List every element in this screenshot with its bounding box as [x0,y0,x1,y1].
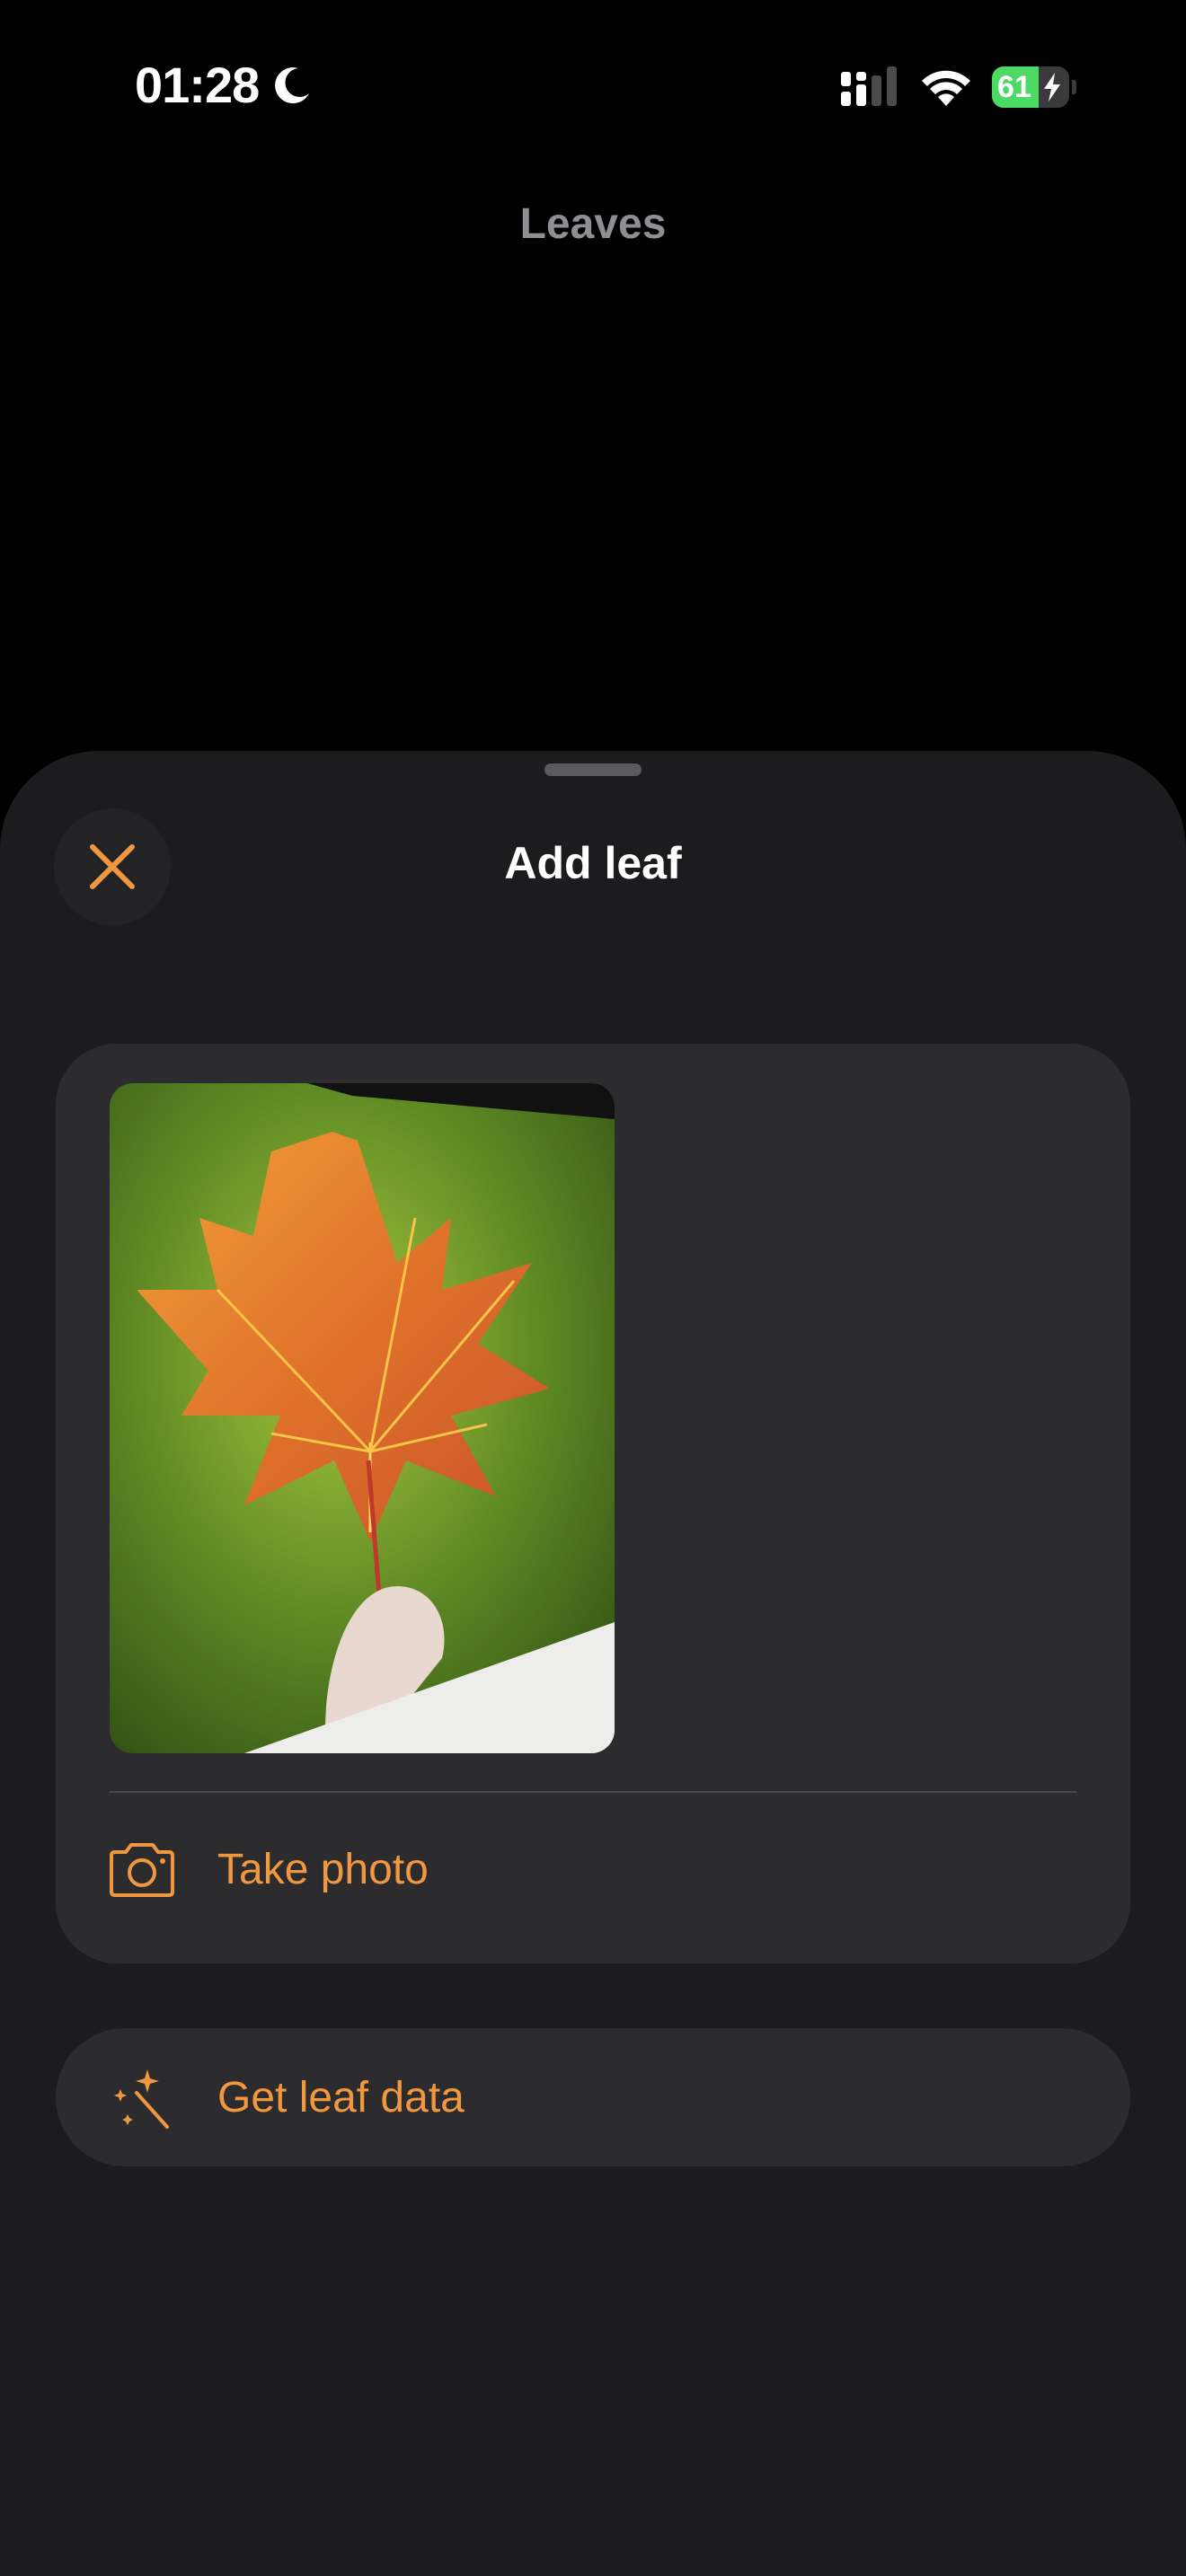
photo-card: Take photo [56,1044,1130,1963]
status-bar: 01:28 61 [0,0,1186,171]
get-leaf-data-label: Get leaf data [217,2074,465,2122]
get-leaf-data-button[interactable]: Get leaf data [56,2028,1130,2166]
sheet-title: Add leaf [504,838,682,888]
add-leaf-sheet: Add leaf Take photo Get leaf data [0,751,1186,2576]
cellular-signal-icon [841,66,897,106]
magic-wand-icon [114,2069,169,2129]
moon-icon [275,67,309,104]
battery-body: 61 [992,66,1069,108]
leaf-photo[interactable] [110,1083,615,1753]
battery-cap [1072,80,1076,94]
battery-percentage: 61 [997,70,1031,104]
take-photo-button[interactable]: Take photo [56,1793,1130,1963]
charging-bolt-icon [1044,73,1060,101]
camera-icon [110,1843,174,1897]
take-photo-label: Take photo [217,1846,429,1893]
background-page-title: Leaves [519,200,667,248]
leaf-photo-image [110,1083,615,1753]
status-time: 01:28 [135,57,260,113]
wifi-icon [922,70,970,106]
battery-indicator: 61 [992,66,1076,108]
sheet-grabber[interactable] [544,763,642,776]
